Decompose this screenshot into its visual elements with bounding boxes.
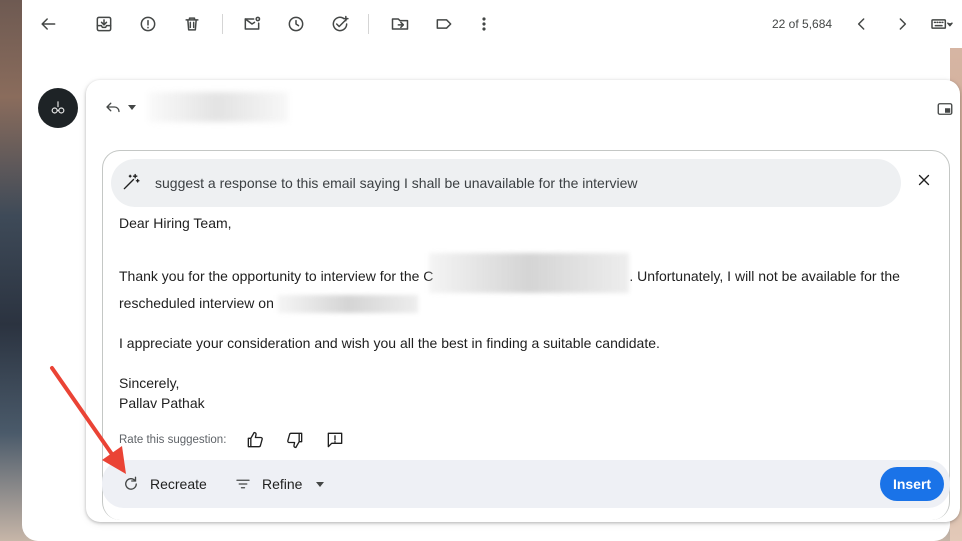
more-vert-icon[interactable] [470, 10, 498, 38]
signature: Pallav Pathak [119, 395, 205, 412]
thumbs-up-icon[interactable] [244, 429, 266, 451]
recreate-button[interactable]: Recreate [122, 475, 207, 493]
body-text: Thank you for the opportunity to intervi… [119, 268, 434, 284]
redacted-text [277, 295, 418, 314]
filter-lines-icon [236, 479, 250, 489]
reply-icon [106, 102, 120, 113]
keyboard-icon[interactable] [926, 10, 958, 38]
report-spam-icon[interactable] [134, 10, 162, 38]
suggested-email-body: Dear Hiring Team, Thank you for the oppo… [119, 213, 939, 413]
pop-out-icon[interactable] [936, 100, 954, 123]
closing: Sincerely, [119, 375, 180, 392]
insert-button[interactable]: Insert [880, 467, 944, 501]
body-paragraph-2: I appreciate your consideration and wish… [119, 335, 660, 352]
refresh-icon [125, 476, 137, 490]
gmail-window: 22 of 5,684 suggest a response to this e… [22, 0, 962, 541]
chevron-down-icon [128, 104, 136, 110]
toolbar-divider [368, 14, 369, 34]
magic-wand-icon [121, 172, 143, 194]
rate-suggestion-row: Rate this suggestion: [119, 429, 364, 451]
snooze-icon[interactable] [282, 10, 310, 38]
rate-label: Rate this suggestion: [119, 434, 227, 446]
newer-icon[interactable] [888, 10, 916, 38]
back-arrow-icon[interactable] [34, 10, 62, 38]
delete-icon[interactable] [178, 10, 206, 38]
avatar [38, 88, 78, 128]
recipient-redacted [148, 92, 288, 122]
thumbs-down-icon[interactable] [284, 429, 306, 451]
report-icon[interactable] [324, 429, 346, 451]
message-toolbar: 22 of 5,684 [22, 0, 962, 48]
body-paragraph-1: Thank you for the opportunity to intervi… [119, 253, 939, 314]
refine-label: Refine [262, 476, 303, 492]
archive-icon[interactable] [90, 10, 118, 38]
reply-type-dropdown[interactable] [104, 98, 136, 116]
move-to-icon[interactable] [386, 10, 414, 38]
redacted-text [429, 253, 630, 293]
close-icon[interactable] [915, 171, 935, 191]
pager-count: 22 of 5,684 [772, 17, 833, 31]
recreate-label: Recreate [150, 476, 207, 492]
greeting: Dear Hiring Team, [119, 215, 232, 231]
reply-compose-card: suggest a response to this email saying … [86, 80, 960, 522]
label-icon[interactable] [430, 10, 458, 38]
prompt-bar[interactable]: suggest a response to this email saying … [111, 159, 901, 207]
prompt-text: suggest a response to this email saying … [155, 175, 638, 191]
refine-button[interactable]: Refine [234, 475, 325, 493]
suggestion-action-bar: Recreate Refine Insert [102, 460, 950, 508]
mark-unread-icon[interactable] [238, 10, 266, 38]
add-task-icon[interactable] [326, 10, 354, 38]
glasses-icon [51, 101, 65, 114]
older-icon[interactable] [848, 10, 876, 38]
chevron-down-icon [316, 481, 325, 487]
toolbar-divider [222, 14, 223, 34]
